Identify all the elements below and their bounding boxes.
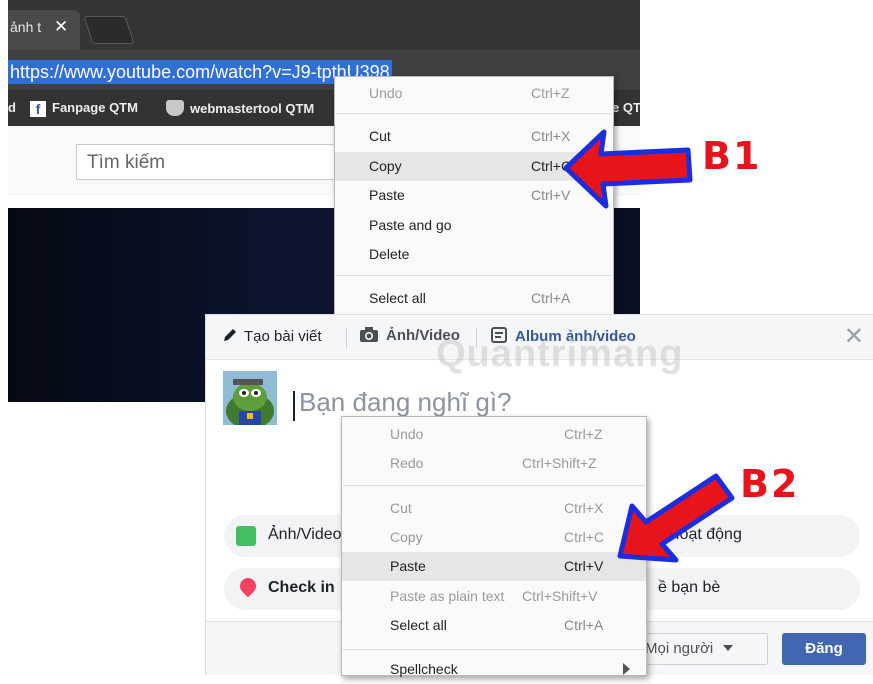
- arrow-pointer-icon: [563, 129, 693, 209]
- arrow-pointer-icon: [617, 473, 735, 563]
- step-label-b2: B2: [740, 462, 800, 506]
- annotation-overlay: [563, 129, 735, 563]
- step-label-b1: B1: [702, 134, 762, 178]
